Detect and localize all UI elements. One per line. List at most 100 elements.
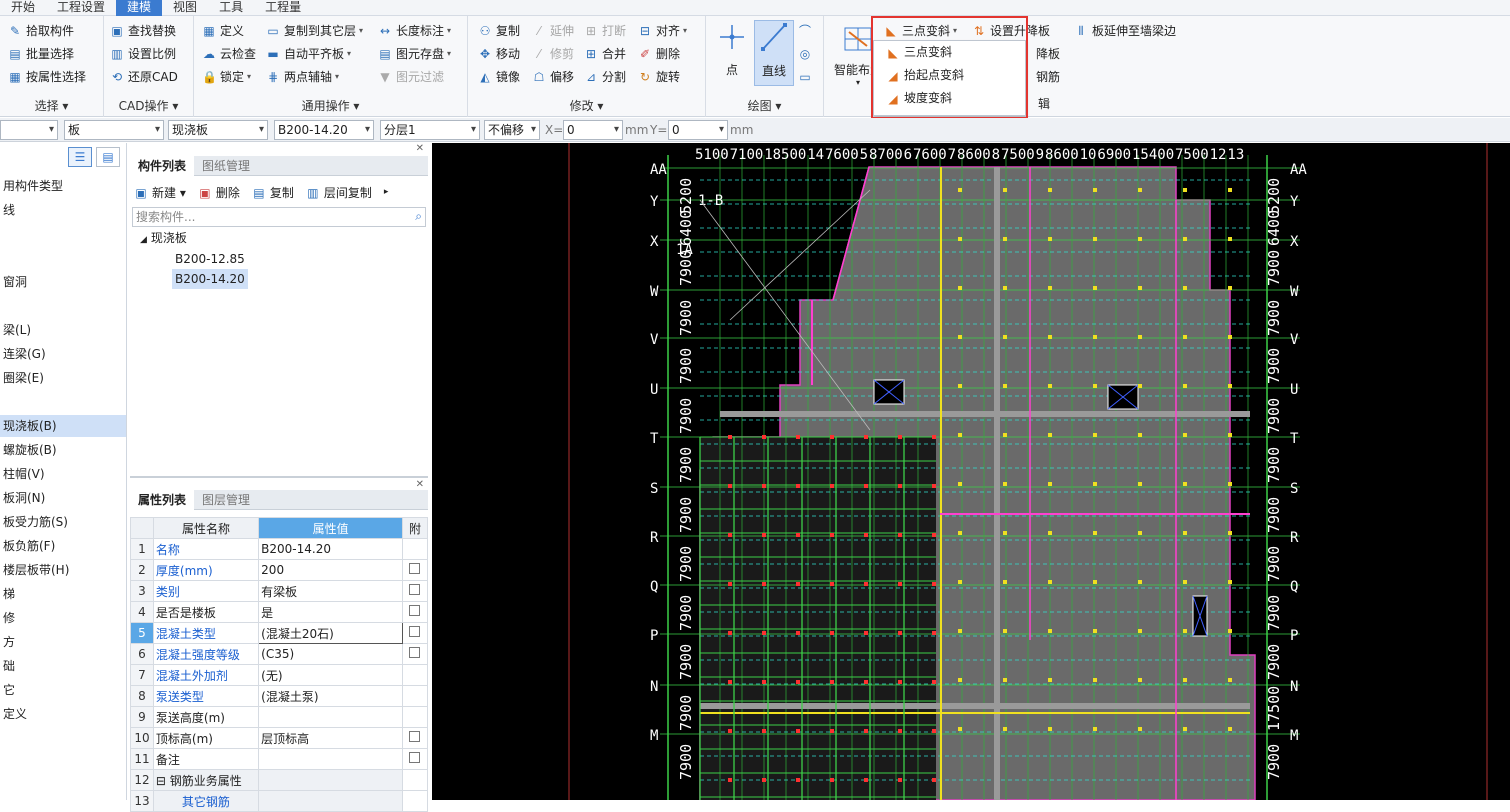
tree-item-b200-12-85[interactable]: B200-12.85 [175, 249, 245, 269]
menu-tab-start[interactable]: 开始 [0, 0, 46, 16]
property-value[interactable] [258, 769, 403, 791]
property-value[interactable]: B200-14.20 [258, 538, 403, 560]
panel-close-icon-2[interactable]: ✕ [416, 479, 424, 490]
tab-component-list[interactable]: 构件列表 [130, 156, 195, 176]
auto-flat-slab-button[interactable]: ▬ 自动平齐板 ▾ [266, 44, 351, 64]
rebar-partial[interactable]: 钢筋 [1036, 67, 1060, 87]
component-type-item[interactable]: 用构件类型 [0, 175, 126, 197]
length-dimension-button[interactable]: ↔ 长度标注 ▾ [378, 21, 451, 41]
component-type-item[interactable]: 窗洞 [0, 271, 126, 293]
move-button[interactable]: ✥ 移动 [478, 44, 520, 64]
lock-button[interactable]: 🔒 锁定 ▾ [202, 67, 251, 87]
component-subtype-select[interactable]: 现浇板 [168, 120, 268, 140]
floor-copy-button[interactable]: ▥ 层间复制 [306, 184, 372, 201]
offset-select[interactable]: 不偏移 [484, 120, 540, 140]
point-button[interactable]: 点 [714, 22, 750, 82]
dropdown-item-lift-point[interactable]: ◢ 抬起点变斜 [874, 64, 1025, 87]
component-type-item[interactable]: 线 [0, 199, 126, 221]
find-replace-button[interactable]: ▣ 查找替换 [110, 21, 176, 41]
x-input[interactable]: 0 [563, 120, 623, 140]
component-type-item[interactable]: 它 [0, 679, 126, 701]
property-value[interactable]: 层顶标高 [258, 727, 403, 749]
tab-property-list[interactable]: 属性列表 [130, 490, 195, 510]
property-row[interactable]: 1 名称 B200-14.20 [130, 538, 429, 560]
property-value[interactable] [258, 790, 403, 812]
attach-checkbox-cell[interactable] [401, 790, 429, 812]
card-view-icon[interactable]: ▤ [96, 147, 120, 167]
property-value[interactable]: 是 [258, 601, 403, 623]
component-type-item[interactable]: 螺旋板(B) [0, 439, 126, 461]
component-type-select[interactable]: 板 [64, 120, 164, 140]
component-type-item[interactable]: 连梁(G) [0, 343, 126, 365]
pick-component-button[interactable]: ✎ 拾取构件 [8, 21, 74, 41]
restore-cad-button[interactable]: ⟲ 还原CAD [110, 67, 178, 87]
attach-checkbox-cell[interactable] [401, 643, 429, 665]
component-type-item[interactable]: 方 [0, 631, 126, 653]
property-row[interactable]: 2 厚度(mm) 200 [130, 559, 429, 581]
component-type-item[interactable]: 板受力筋(S) [0, 511, 126, 533]
component-type-item[interactable]: 柱帽(V) [0, 463, 126, 485]
property-value[interactable]: (无) [258, 664, 403, 686]
component-type-item[interactable]: 板洞(N) [0, 487, 126, 509]
set-lift-slab-button[interactable]: ⇅ 设置升降板 [972, 21, 1050, 41]
component-search-input[interactable]: 搜索构件... [132, 207, 426, 227]
floor-plan-drawing[interactable]: AA AAY YX XW WV VU UT TS SR RQ QP PN NM M5200 52006400… [432, 143, 1510, 800]
attach-checkbox[interactable] [409, 731, 421, 742]
tree-item-b200-14-20[interactable]: B200-14.20 [172, 269, 248, 289]
arc-draw-button[interactable]: ⌒ [798, 21, 816, 41]
component-type-item[interactable]: 定义 [0, 703, 126, 725]
property-value[interactable]: (混凝土20石) [258, 622, 403, 644]
attach-checkbox[interactable] [409, 752, 421, 763]
property-row[interactable]: 12 ⊟ 钢筋业务属性 [130, 769, 429, 791]
menu-tab-tools[interactable]: 工具 [208, 0, 254, 16]
mirror-button[interactable]: ◭ 镜像 [478, 67, 520, 87]
tree-root[interactable]: ◢ 现浇板 [140, 228, 187, 248]
break-button[interactable]: ⊞ 打断 [584, 21, 626, 41]
align-button[interactable]: ⊟ 对齐 ▾ [638, 21, 687, 41]
property-value[interactable] [258, 748, 403, 770]
tab-drawing-management[interactable]: 图纸管理 [194, 156, 258, 176]
attach-checkbox[interactable] [409, 563, 421, 574]
attach-checkbox-cell[interactable] [401, 706, 429, 728]
component-name-select[interactable]: B200-14.20 [274, 120, 374, 140]
property-value[interactable] [258, 706, 403, 728]
rotate-button[interactable]: ↻ 旋转 [638, 67, 680, 87]
delete-component-button[interactable]: ▣ 删除 [198, 184, 240, 201]
copy-button[interactable]: ⚇ 复制 [478, 21, 520, 41]
property-value[interactable]: (C35) [258, 643, 403, 665]
define-button[interactable]: ▦ 定义 [202, 21, 244, 41]
attach-checkbox[interactable] [409, 626, 421, 637]
property-value[interactable]: 200 [258, 559, 403, 581]
component-type-item[interactable]: 梯 [0, 583, 126, 605]
cloud-check-button[interactable]: ☁ 云检查 [202, 44, 256, 64]
set-scale-button[interactable]: ▥ 设置比例 [110, 44, 176, 64]
extend-button[interactable]: ⁄ 延伸 [532, 21, 574, 41]
property-value[interactable]: (混凝土泵) [258, 685, 403, 707]
property-row[interactable]: 13 其它钢筋 [130, 790, 429, 812]
batch-select-button[interactable]: ▤ 批量选择 [8, 44, 74, 64]
property-row[interactable]: 9 泵送高度(m) [130, 706, 429, 728]
merge-button[interactable]: ⊞ 合并 [584, 44, 626, 64]
rectangle-draw-button[interactable]: ▭ [798, 67, 816, 87]
new-component-button[interactable]: ▣ 新建 ▾ [134, 184, 186, 201]
property-row[interactable]: 10 顶标高(m) 层顶标高 [130, 727, 429, 749]
component-type-item[interactable]: 圈梁(E) [0, 367, 126, 389]
menu-tab-modeling[interactable]: 建模 [116, 0, 163, 16]
component-type-item[interactable]: 楼层板带(H) [0, 559, 126, 581]
component-type-item[interactable]: 现浇板(B) [0, 415, 126, 437]
element-filter-button[interactable]: ▼ 图元过滤 [378, 67, 444, 87]
attach-checkbox-cell[interactable] [401, 601, 429, 623]
attach-checkbox-cell[interactable] [401, 622, 429, 644]
three-point-slope-button[interactable]: ◣ 三点变斜 ▾ [884, 21, 957, 41]
lower-slab-partial[interactable]: 降板 [1036, 44, 1060, 64]
list-view-icon[interactable]: ☰ [68, 147, 92, 167]
dropdown-item-slope[interactable]: ◢ 坡度变斜 [874, 87, 1025, 110]
copy-component-button[interactable]: ▤ 复制 [252, 184, 294, 201]
component-type-item[interactable]: 修 [0, 607, 126, 629]
component-type-item[interactable] [0, 247, 126, 269]
attach-checkbox-cell[interactable] [401, 685, 429, 707]
menu-tab-project-settings[interactable]: 工程设置 [46, 0, 116, 16]
attach-checkbox-cell[interactable] [401, 559, 429, 581]
drawing-canvas[interactable]: AA AA Y Y X X W W V V U U T T S S R R Q Q P P N N M M 5200 5200 6400… [432, 143, 1510, 800]
attach-checkbox-cell[interactable] [401, 748, 429, 770]
